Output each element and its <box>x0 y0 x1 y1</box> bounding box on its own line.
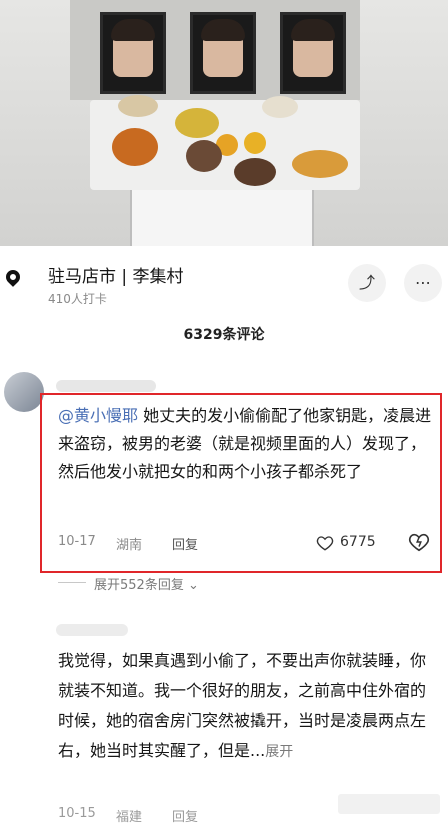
comment-region: 湖南 <box>116 538 143 553</box>
comment-count: 6329条评论 <box>183 327 265 343</box>
offering-food <box>292 150 348 178</box>
offering-food <box>175 108 219 138</box>
offering-stand <box>130 190 314 246</box>
offering-food <box>244 132 266 154</box>
like-heart-icon[interactable] <box>316 534 334 552</box>
offering-food <box>118 95 158 117</box>
comment-region: 福建 <box>116 810 143 825</box>
comment-body: 我觉得，如果真遇到小偷了，不要出声你就装睡，你就装不知道。我一个很好的朋友，之前… <box>58 651 427 760</box>
expand-divider <box>58 582 86 583</box>
expand-replies-button[interactable]: 展开552条回复 ⌄ <box>94 574 199 593</box>
dislike-heart-icon[interactable] <box>408 531 430 553</box>
watermark <box>338 794 440 814</box>
avatar[interactable] <box>4 372 44 412</box>
username-redacted <box>56 380 156 392</box>
offering-food <box>112 128 158 166</box>
offering-bowl <box>234 158 276 186</box>
like-count: 6775 <box>340 534 376 550</box>
more-icon[interactable]: ⋯ <box>404 264 442 302</box>
share-icon[interactable]: ⤴ <box>348 264 386 302</box>
offering-bowl <box>186 140 222 172</box>
comment-text: @黄小慢耶 她丈夫的发小偷偷配了他家钥匙，凌晨进来盗窃，被男的老婆（就是视频里面… <box>58 402 434 486</box>
chevron-down-icon: ⌄ <box>187 578 199 593</box>
portrait-frame <box>190 12 256 94</box>
portrait-frame <box>280 12 346 94</box>
location-title[interactable]: 驻马店市 | 李集村 <box>48 262 184 287</box>
comment-text: 我觉得，如果真遇到小偷了，不要出声你就装睡，你就装不知道。我一个很好的朋友，之前… <box>58 646 434 767</box>
reply-button[interactable]: 回复 <box>172 806 198 825</box>
memorial-photo <box>0 0 448 246</box>
reply-button[interactable]: 回复 <box>172 534 198 553</box>
portrait-frame <box>100 12 166 94</box>
comment-date: 10-15 <box>58 806 96 821</box>
expand-text-button[interactable]: 展开 <box>265 744 293 760</box>
username-redacted <box>56 624 128 636</box>
checkin-count: 410人打卡 <box>48 292 107 306</box>
mention-link[interactable]: @黄小慢耶 <box>58 406 138 425</box>
expand-label: 展开552条回复 <box>94 578 184 593</box>
comment-date: 10-17 <box>58 534 96 549</box>
offering-food <box>262 96 298 118</box>
